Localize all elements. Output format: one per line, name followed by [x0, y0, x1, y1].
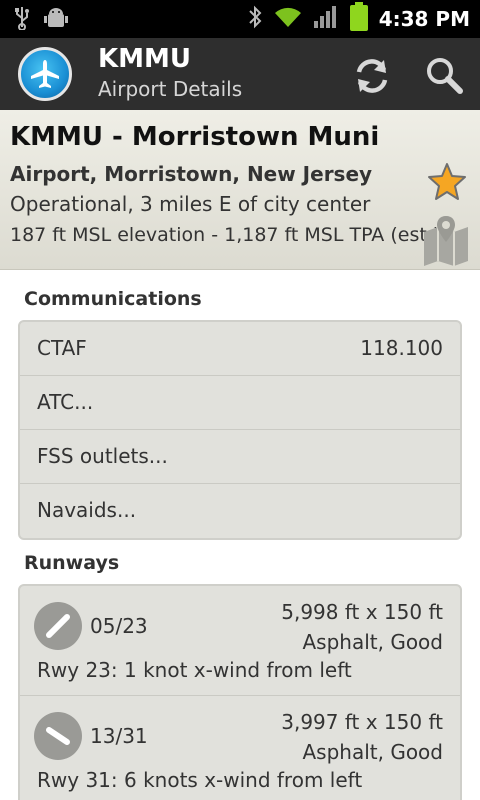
list-item[interactable]: CTAF 118.100 — [20, 322, 460, 376]
runway-crosswind: Rwy 31: 6 knots x-wind from left — [37, 768, 363, 792]
runway-surface: Asphalt, Good — [302, 630, 443, 654]
runways-heading: Runways — [24, 552, 120, 574]
list-item-value: 118.100 — [360, 336, 443, 360]
runways-card: 05/23 5,998 ft x 150 ft Asphalt, Good Rw… — [18, 584, 462, 800]
clock: 4:38 PM — [378, 7, 470, 31]
action-bar: KMMU Airport Details — [0, 38, 480, 110]
list-item[interactable]: FSS outlets... — [20, 430, 460, 484]
list-item[interactable]: ATC... — [20, 376, 460, 430]
battery-icon — [349, 2, 369, 36]
refresh-icon[interactable] — [350, 54, 394, 98]
usb-icon — [14, 6, 30, 34]
communications-heading: Communications — [24, 288, 202, 310]
airport-name: KMMU - Morristown Muni — [10, 122, 380, 152]
airport-location: Airport, Morristown, New Jersey — [10, 162, 373, 186]
list-item-label: FSS outlets... — [37, 444, 168, 468]
runway-dimensions: 5,998 ft x 150 ft — [281, 600, 443, 624]
list-item-label: ATC... — [37, 390, 94, 414]
bluetooth-icon — [247, 4, 263, 34]
search-icon[interactable] — [422, 54, 466, 98]
runway-crosswind: Rwy 23: 1 knot x-wind from left — [37, 658, 352, 682]
runway-row[interactable]: 13/31 3,997 ft x 150 ft Asphalt, Good Rw… — [20, 696, 460, 800]
app-title: KMMU — [98, 44, 192, 74]
android-debug-icon — [44, 6, 68, 34]
status-bar: 4:38 PM — [0, 0, 480, 38]
wifi-icon — [273, 5, 303, 33]
runway-row[interactable]: 05/23 5,998 ft x 150 ft Asphalt, Good Rw… — [20, 586, 460, 696]
list-item[interactable]: Navaids... — [20, 484, 460, 538]
signal-icon — [313, 5, 339, 33]
runway-id: 13/31 — [90, 724, 148, 748]
list-item-label: Navaids... — [37, 498, 137, 522]
list-item-label: CTAF — [37, 336, 87, 360]
runway-surface: Asphalt, Good — [302, 740, 443, 764]
runway-heading-icon — [34, 712, 82, 760]
favorite-star-icon[interactable] — [426, 162, 468, 202]
communications-card: CTAF 118.100 ATC... FSS outlets... Navai… — [18, 320, 462, 540]
runway-heading-icon — [34, 602, 82, 650]
runway-dimensions: 3,997 ft x 150 ft — [281, 710, 443, 734]
airport-status: Operational, 3 miles E of city center — [10, 192, 371, 216]
runway-id: 05/23 — [90, 614, 148, 638]
airplane-icon[interactable] — [18, 47, 72, 101]
airport-elevation: 187 ft MSL elevation - 1,187 ft MSL TPA … — [10, 224, 441, 246]
airport-header: KMMU - Morristown Muni Airport, Morristo… — [0, 110, 480, 270]
app-subtitle: Airport Details — [98, 77, 243, 101]
map-icon[interactable] — [422, 214, 470, 266]
